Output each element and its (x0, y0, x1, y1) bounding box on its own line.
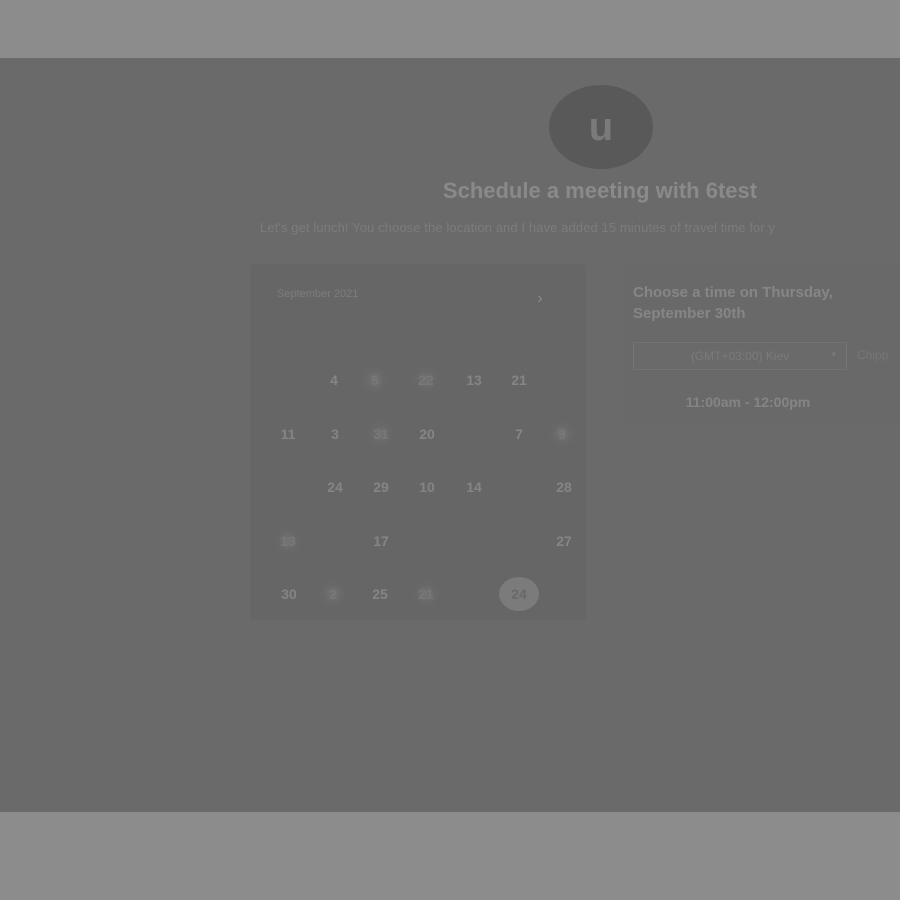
chevron-down-icon: ▾ (831, 349, 836, 359)
calendar-day[interactable]: 3 (315, 422, 355, 446)
calendar-day[interactable]: 4 (314, 368, 354, 392)
calendar-day[interactable]: 30 (269, 582, 309, 606)
calendar-day[interactable]: 27 (544, 529, 584, 553)
avatar: u (549, 85, 653, 169)
calendar-day[interactable]: 29 (361, 475, 401, 499)
calendar-day[interactable]: 28 (544, 475, 584, 499)
time-format-button[interactable]: Chipp (857, 342, 900, 368)
calendar-day[interactable]: 13 (273, 526, 303, 556)
calendar-day[interactable]: 17 (361, 529, 401, 553)
calendar-day[interactable]: 14 (454, 475, 494, 499)
meeting-description: Let's get lunch! You choose the location… (260, 220, 776, 235)
calendar-day[interactable]: 11 (268, 422, 308, 446)
time-selection-panel: Choose a time on Thursday, September 30t… (625, 264, 900, 424)
next-month-button[interactable]: › (531, 290, 549, 308)
calendar-day[interactable]: 5 (360, 365, 390, 395)
timezone-value: (GMT+03:00) Kiev (690, 349, 790, 363)
time-slot-option[interactable]: 11:00am - 12:00pm (633, 394, 863, 410)
calendar-day[interactable]: 21 (411, 579, 441, 609)
page-title: Schedule a meeting with 6test (442, 178, 758, 203)
calendar-day[interactable]: 31 (366, 419, 396, 449)
date-picker-calendar: September 2021 › 4 5 22 13 21 11 3 31 20 7 9 24 29 10… (250, 264, 586, 620)
calendar-day[interactable]: 7 (499, 422, 539, 446)
calendar-day[interactable]: 22 (411, 365, 441, 395)
calendar-day[interactable]: 25 (360, 582, 400, 606)
avatar-initial: u (588, 104, 614, 149)
time-panel-heading: Choose a time on Thursday, September 30t… (633, 284, 833, 322)
calendar-month-label: September 2021 (277, 288, 359, 300)
browser-top-band (0, 0, 900, 58)
page-viewport: u Schedule a meeting with 6test Let's ge… (0, 58, 900, 812)
browser-bottom-band (0, 812, 900, 900)
calendar-day[interactable]: 10 (407, 475, 447, 499)
calendar-day[interactable]: 2 (318, 579, 348, 609)
calendar-day[interactable]: 9 (547, 419, 577, 449)
timezone-select[interactable]: (GMT+03:00) Kiev ▾ (633, 342, 847, 370)
calendar-day[interactable]: 24 (315, 475, 355, 499)
calendar-day[interactable]: 20 (407, 422, 447, 446)
calendar-day[interactable]: 21 (499, 368, 539, 392)
calendar-day[interactable]: 13 (454, 368, 494, 392)
chevron-right-icon: › (537, 290, 543, 307)
calendar-day-selected[interactable]: 24 (499, 577, 539, 611)
